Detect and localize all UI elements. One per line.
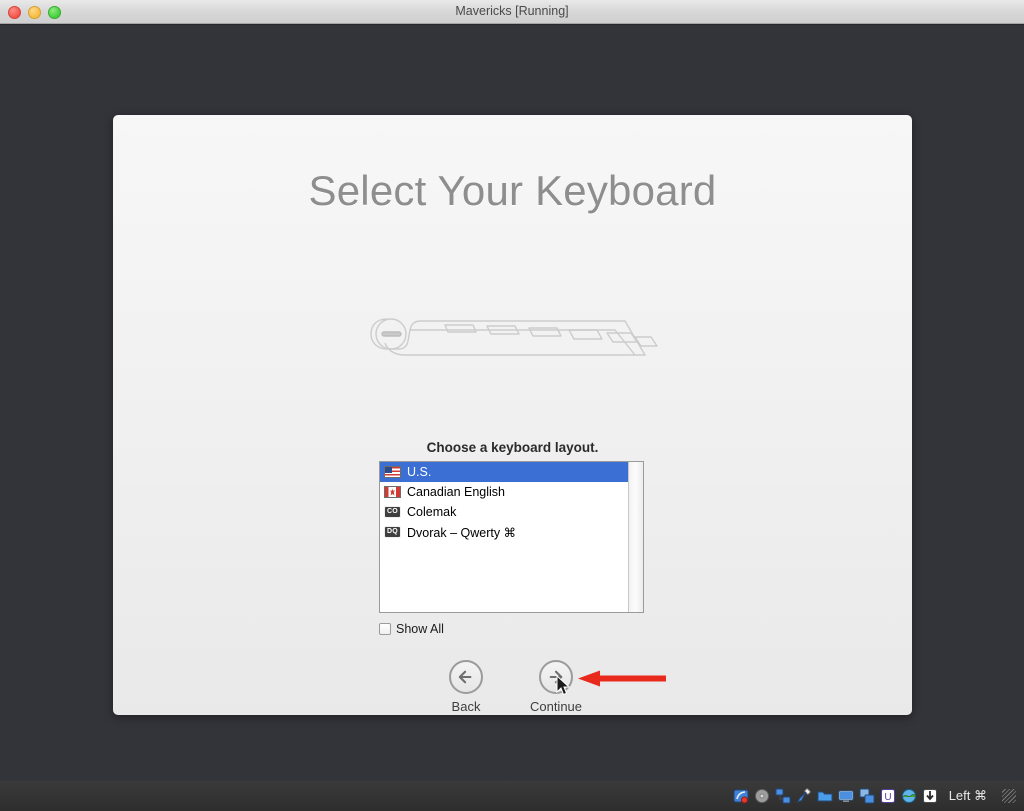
remote-display-icon[interactable] bbox=[859, 788, 875, 804]
list-item-label: Colemak bbox=[407, 505, 457, 519]
canada-flag-icon bbox=[384, 486, 401, 498]
optical-disk-icon[interactable] bbox=[754, 788, 770, 804]
window-title: Mavericks [Running] bbox=[455, 4, 569, 18]
resize-grip[interactable] bbox=[1002, 789, 1016, 803]
usb-icon[interactable] bbox=[796, 788, 812, 804]
shared-folders-icon[interactable] bbox=[817, 788, 833, 804]
us-flag-icon bbox=[384, 466, 401, 478]
back-button[interactable]: Back bbox=[421, 660, 511, 714]
show-all-checkbox[interactable] bbox=[379, 623, 391, 635]
keyboard-illustration bbox=[369, 318, 658, 356]
list-scrollbar[interactable] bbox=[628, 462, 643, 612]
guest-additions-icon[interactable]: U bbox=[880, 788, 896, 804]
show-all-label: Show All bbox=[396, 622, 444, 636]
list-items[interactable]: U.S. Canadian English CO Colemak DQ Dvor… bbox=[380, 462, 628, 612]
list-item-label: U.S. bbox=[407, 465, 432, 479]
colemak-badge-icon: CO bbox=[384, 506, 401, 518]
network-icon[interactable] bbox=[775, 788, 791, 804]
back-button-label: Back bbox=[451, 699, 481, 714]
list-item-dvorak-qwerty[interactable]: DQ Dvorak – Qwerty ⌘ bbox=[380, 522, 628, 542]
host-key-label: Left ⌘ bbox=[948, 788, 987, 803]
dvorak-badge-icon: DQ bbox=[384, 526, 401, 538]
show-all-checkbox-row[interactable]: Show All bbox=[379, 622, 444, 636]
display-icon[interactable] bbox=[838, 788, 854, 804]
globe-icon[interactable] bbox=[901, 788, 917, 804]
list-item-us[interactable]: U.S. bbox=[380, 462, 628, 482]
svg-text:U: U bbox=[884, 792, 891, 803]
continue-button-label: Continue bbox=[529, 699, 583, 714]
list-item-canadian-english[interactable]: Canadian English bbox=[380, 482, 628, 502]
prompt-text: Choose a keyboard layout. bbox=[426, 440, 599, 455]
hard-disk-icon[interactable] bbox=[733, 788, 749, 804]
list-item-label: Canadian English bbox=[407, 485, 505, 499]
list-item-colemak[interactable]: CO Colemak bbox=[380, 502, 628, 522]
mouse-pointer bbox=[556, 675, 570, 696]
status-icon-group: U Left ⌘ bbox=[733, 788, 1024, 804]
virtualbox-statusbar: U Left ⌘ bbox=[0, 781, 1024, 811]
guest-desktop: Select Your Keyboard Choose a keyboard l… bbox=[0, 24, 1024, 781]
installer-panel: Select Your Keyboard Choose a keyboard l… bbox=[113, 115, 912, 715]
arrow-left-circle-icon bbox=[449, 660, 483, 694]
capture-icon[interactable] bbox=[922, 788, 938, 804]
list-item-label: Dvorak – Qwerty ⌘ bbox=[407, 525, 517, 540]
window-titlebar: Mavericks [Running] bbox=[0, 0, 1024, 24]
keyboard-layout-list[interactable]: U.S. Canadian English CO Colemak DQ Dvor… bbox=[379, 461, 644, 613]
virtualbox-window: Mavericks [Running] Select Your Keyboard bbox=[0, 0, 1024, 811]
page-title: Select Your Keyboard bbox=[308, 167, 717, 214]
